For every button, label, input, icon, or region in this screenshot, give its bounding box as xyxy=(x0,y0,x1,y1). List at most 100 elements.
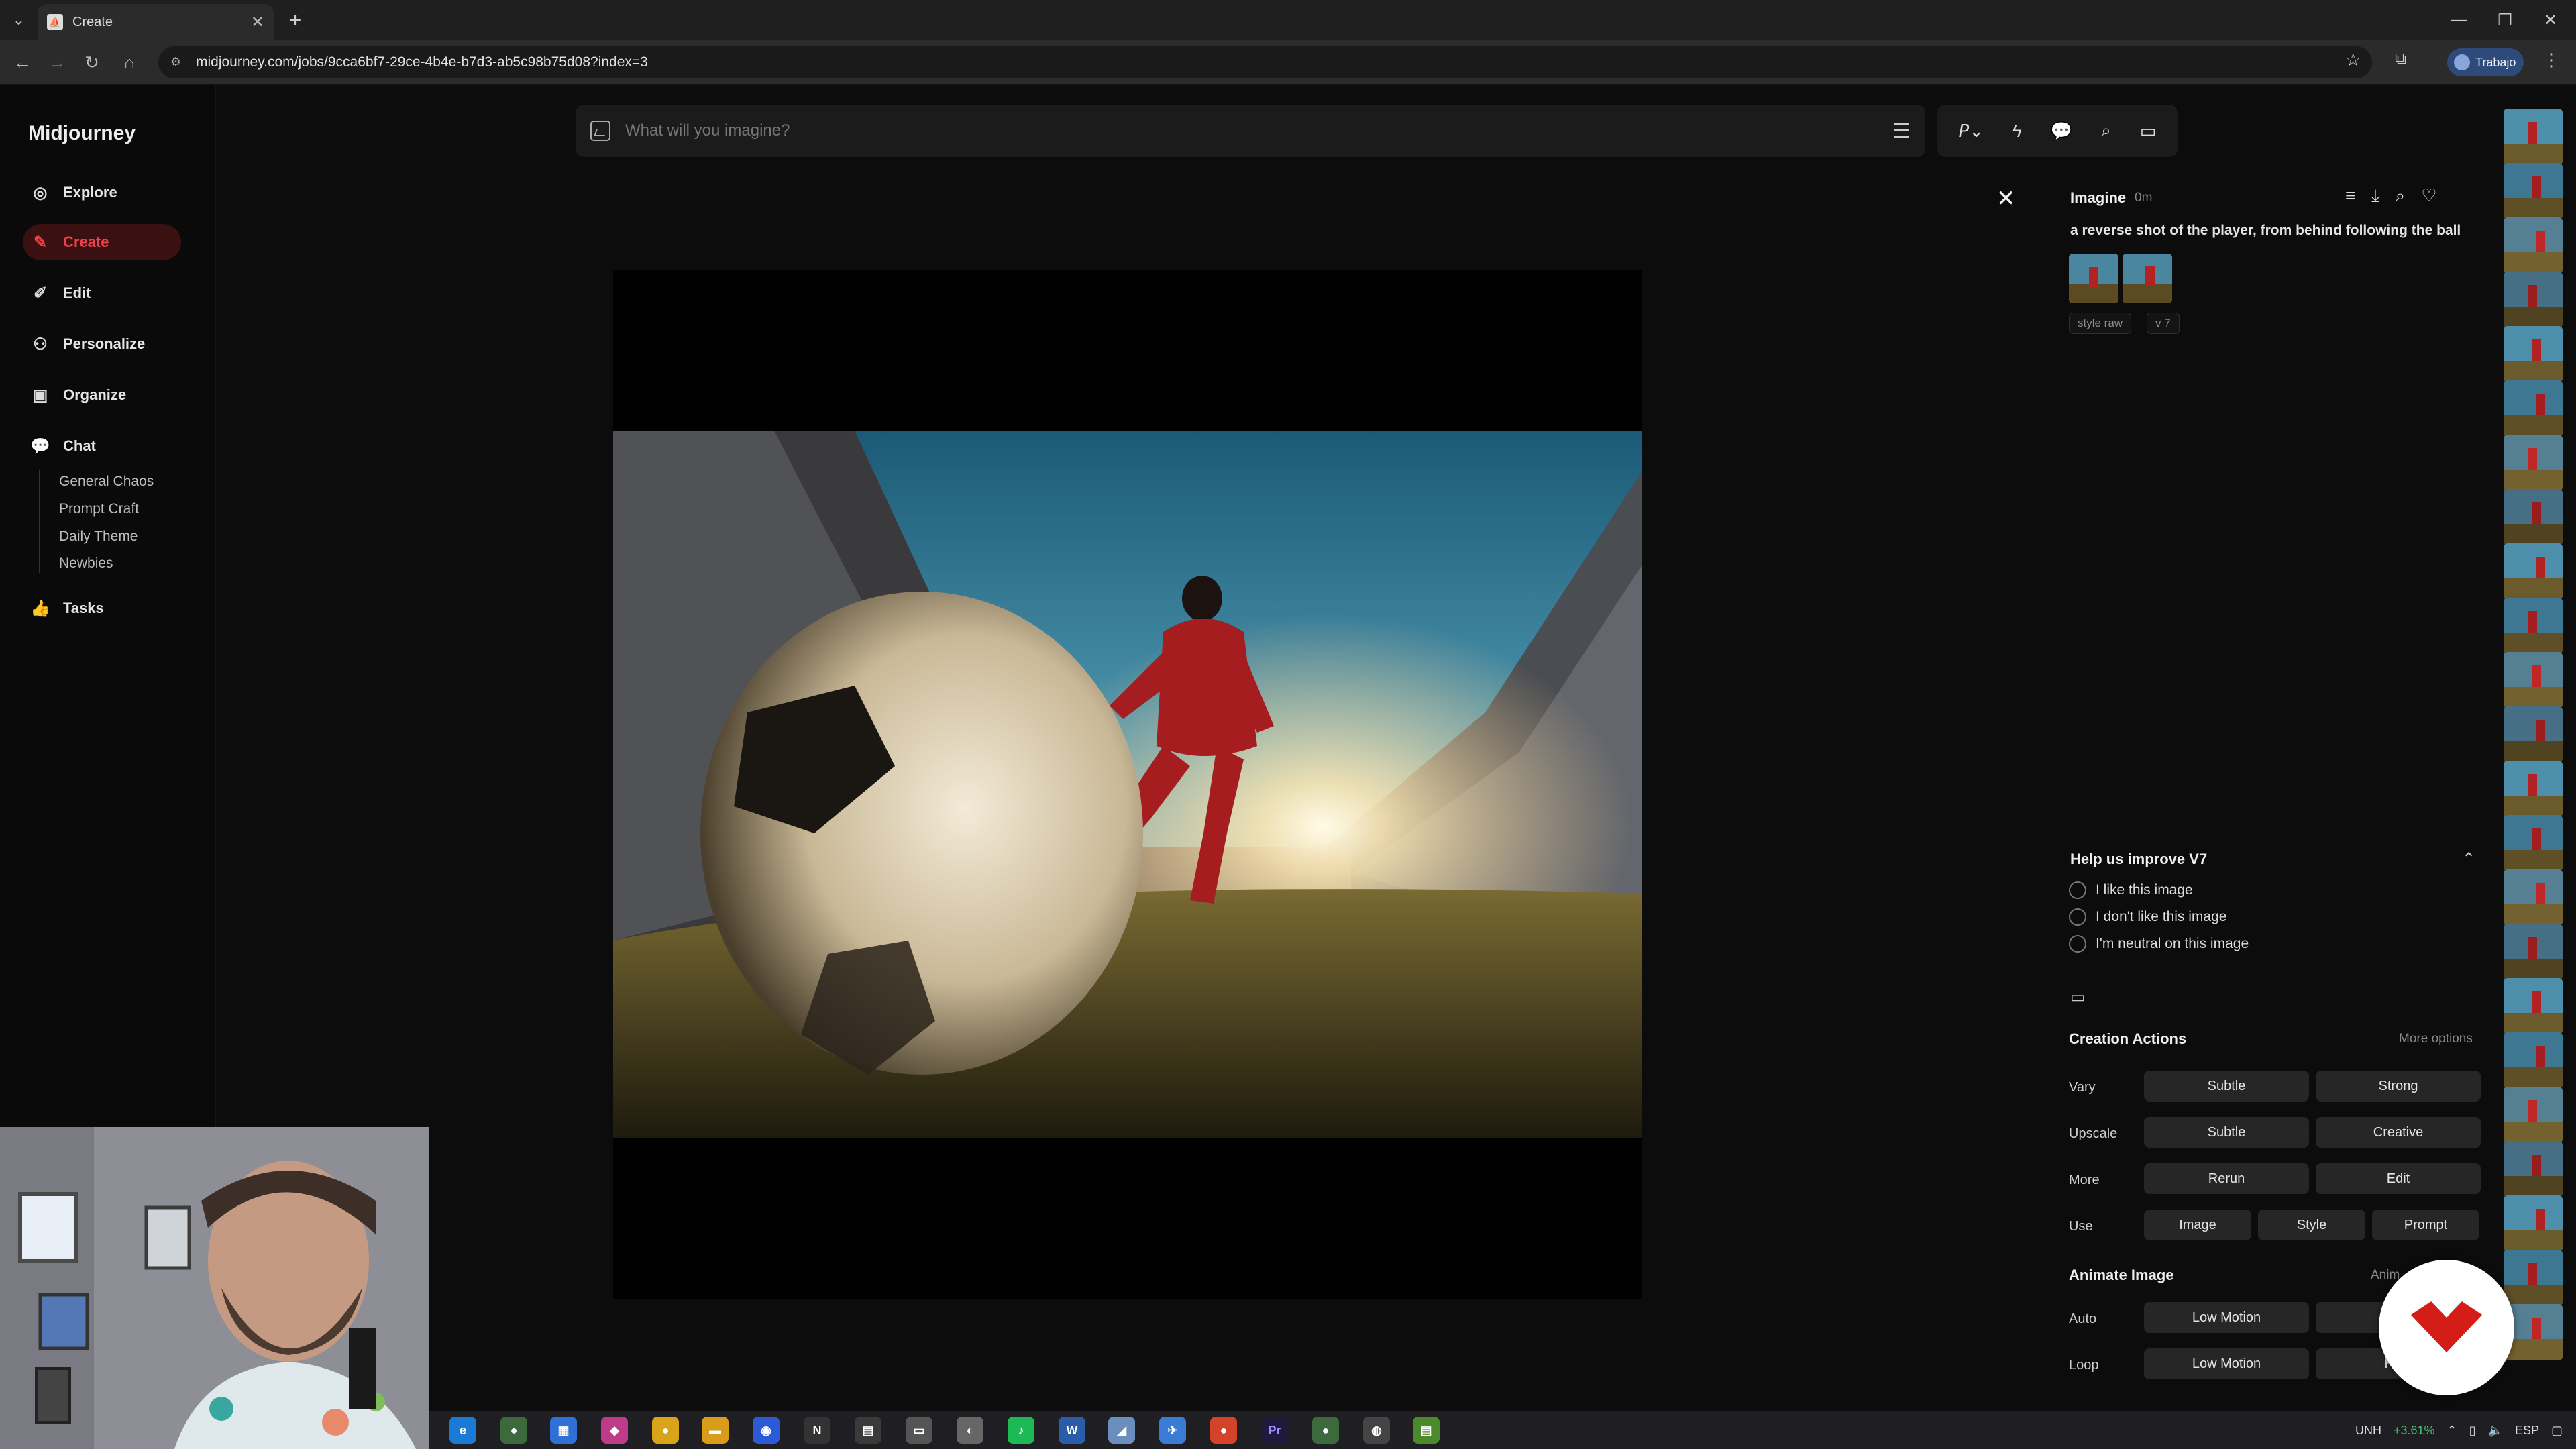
app-icon[interactable]: ◐ xyxy=(957,1417,983,1444)
use-style-button[interactable]: Style xyxy=(2258,1210,2365,1240)
minimize-icon[interactable]: — xyxy=(2439,5,2479,35)
more-options-link[interactable]: More options xyxy=(2399,1032,2473,1046)
volume-icon[interactable]: 🔈 xyxy=(2488,1424,2503,1438)
app-icon[interactable]: ◆ xyxy=(601,1417,628,1444)
sidebar-item-edit[interactable]: ✐ Edit xyxy=(23,275,181,311)
browser-menu-icon[interactable]: ⋮ xyxy=(2542,50,2560,70)
zoom-icon[interactable]: ◉ xyxy=(753,1417,780,1444)
job-thumbnail[interactable] xyxy=(2504,1087,2563,1143)
job-thumbnail[interactable] xyxy=(2504,326,2563,382)
imagine-input[interactable] xyxy=(625,121,1893,140)
stock-ticker[interactable]: UNH xyxy=(2355,1424,2381,1438)
job-thumbnail[interactable] xyxy=(2504,380,2563,437)
search-icon[interactable]: ⌕ xyxy=(2396,185,2406,207)
tab-list-icon[interactable]: ⌄ xyxy=(7,8,31,32)
calendar-icon[interactable]: ▤ xyxy=(855,1417,881,1444)
auto-low-motion-button[interactable]: Low Motion xyxy=(2144,1302,2309,1333)
app-icon[interactable]: ◢ xyxy=(1108,1417,1135,1444)
job-prompt[interactable]: a reverse shot of the player, from behin… xyxy=(2070,223,2473,239)
upscale-subtle-button[interactable]: Subtle xyxy=(2144,1117,2309,1148)
notifications-icon[interactable]: ▢ xyxy=(2551,1424,2563,1438)
rerun-button[interactable]: Rerun xyxy=(2144,1163,2309,1194)
reference-image-thumbnail[interactable] xyxy=(2069,254,2118,303)
sidebar-item-explore[interactable]: ◎ Explore xyxy=(23,174,181,211)
notion-icon[interactable]: N xyxy=(804,1417,830,1444)
sidebar-item-create[interactable]: ✎ Create xyxy=(23,224,181,260)
folder-icon[interactable]: ▭ xyxy=(2070,987,2086,1007)
sidebar-item-chat[interactable]: 💬 Chat xyxy=(23,428,181,464)
brand-logo-text[interactable]: Midjourney xyxy=(28,122,136,145)
use-image-button[interactable]: Image xyxy=(2144,1210,2251,1240)
new-tab-icon[interactable]: + xyxy=(282,7,309,34)
bookmark-star-icon[interactable]: ☆ xyxy=(2345,50,2361,70)
window-close-icon[interactable]: ✕ xyxy=(2530,5,2571,35)
job-thumbnail[interactable] xyxy=(2504,163,2563,219)
word-icon[interactable]: W xyxy=(1059,1417,1085,1444)
job-thumbnail[interactable] xyxy=(2504,978,2563,1034)
chat-room-daily-theme[interactable]: Daily Theme xyxy=(59,529,138,545)
job-thumbnail[interactable] xyxy=(2504,217,2563,274)
close-lightbox-icon[interactable]: ✕ xyxy=(1996,185,2016,212)
add-image-icon[interactable] xyxy=(590,121,610,141)
browser-tab-create[interactable]: ⛵ Create ✕ xyxy=(38,4,274,40)
restore-icon[interactable]: ❐ xyxy=(2485,5,2525,35)
job-thumbnail[interactable] xyxy=(2504,706,2563,763)
job-thumbnail[interactable] xyxy=(2504,489,2563,545)
reload-icon[interactable]: ↻ xyxy=(78,48,106,76)
home-icon[interactable]: ⌂ xyxy=(115,48,144,76)
app-icon[interactable]: ▭ xyxy=(906,1417,932,1444)
chrome-icon[interactable]: ● xyxy=(1312,1417,1339,1444)
job-thumbnail[interactable] xyxy=(2504,761,2563,817)
settings-sliders-icon[interactable]: ☰ xyxy=(1892,119,1911,143)
feedback-like-option[interactable]: I like this image xyxy=(2069,881,2193,899)
job-thumbnail[interactable] xyxy=(2504,109,2563,165)
tag-version[interactable]: v 7 xyxy=(2147,313,2180,334)
forward-icon[interactable]: → xyxy=(43,48,71,76)
job-thumbnail[interactable] xyxy=(2504,1195,2563,1252)
store-icon[interactable]: ▦ xyxy=(550,1417,577,1444)
app-icon[interactable]: ▤ xyxy=(1413,1417,1440,1444)
job-thumbnail[interactable] xyxy=(2504,815,2563,871)
job-thumbnail[interactable] xyxy=(2504,272,2563,328)
job-thumbnail[interactable] xyxy=(2504,598,2563,654)
upscale-creative-button[interactable]: Creative xyxy=(2316,1117,2481,1148)
chrome-icon[interactable]: ● xyxy=(500,1417,527,1444)
edge-icon[interactable]: e xyxy=(449,1417,476,1444)
premiere-icon[interactable]: Pr xyxy=(1261,1417,1288,1444)
job-thumbnail[interactable] xyxy=(2504,924,2563,980)
job-thumbnail[interactable] xyxy=(2504,435,2563,491)
app-icon[interactable]: ● xyxy=(1210,1417,1237,1444)
chat-room-prompt-craft[interactable]: Prompt Craft xyxy=(59,501,139,517)
reference-image-thumbnail[interactable] xyxy=(2123,254,2172,303)
language-indicator[interactable]: ESP xyxy=(2515,1424,2539,1438)
feedback-neutral-option[interactable]: I'm neutral on this image xyxy=(2069,935,2249,953)
app-icon[interactable]: ◍ xyxy=(1363,1417,1390,1444)
radio-button[interactable] xyxy=(2069,908,2086,926)
site-settings-icon[interactable]: ⚙ xyxy=(170,55,185,70)
vary-subtle-button[interactable]: Subtle xyxy=(2144,1071,2309,1102)
heart-icon[interactable]: ♡ xyxy=(2421,185,2436,207)
job-thumbnail[interactable] xyxy=(2504,652,2563,708)
radio-button[interactable] xyxy=(2069,935,2086,953)
personalize-p-icon[interactable]: 𝘗⌄ xyxy=(1959,121,1984,142)
radio-button[interactable] xyxy=(2069,881,2086,899)
lightning-icon[interactable]: ϟ xyxy=(2012,121,2022,142)
feedback-dislike-option[interactable]: I don't like this image xyxy=(2069,908,2226,926)
sidebar-item-organize[interactable]: ▣ Organize xyxy=(23,377,181,413)
app-icon[interactable]: ✈ xyxy=(1159,1417,1186,1444)
loop-low-motion-button[interactable]: Low Motion xyxy=(2144,1348,2309,1379)
network-icon[interactable]: ▯ xyxy=(2469,1424,2476,1438)
chat-room-general-chaos[interactable]: General Chaos xyxy=(59,474,154,490)
tag-style-raw[interactable]: style raw xyxy=(2069,313,2132,334)
edit-button[interactable]: Edit xyxy=(2316,1163,2481,1194)
use-prompt-button[interactable]: Prompt xyxy=(2372,1210,2479,1240)
file-explorer-icon[interactable]: ▬ xyxy=(702,1417,729,1444)
address-bar[interactable]: ⚙ midjourney.com/jobs/9cca6bf7-29ce-4b4e… xyxy=(158,46,2372,78)
job-thumbnail[interactable] xyxy=(2504,869,2563,926)
profile-button[interactable]: Trabajo xyxy=(2447,48,2524,76)
sidebar-item-tasks[interactable]: 👍 Tasks xyxy=(23,590,181,627)
job-thumbnail[interactable] xyxy=(2504,543,2563,600)
job-thumbnail[interactable] xyxy=(2504,1141,2563,1197)
chevron-up-icon[interactable]: ⌃ xyxy=(2462,849,2475,869)
extensions-icon[interactable]: ⧉ xyxy=(2395,50,2406,68)
